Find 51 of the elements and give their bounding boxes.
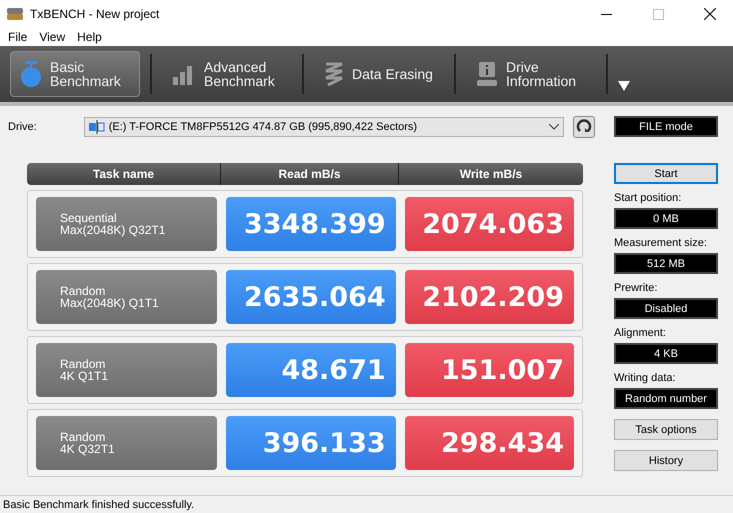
setting-value[interactable]: 0 MB <box>614 208 718 229</box>
side-button[interactable]: Task options <box>614 419 718 440</box>
task-name-tile: Random 4K Q1T1 <box>36 343 218 397</box>
write-speed-tile: 2074.063 <box>404 197 574 251</box>
app-icon <box>6 6 24 22</box>
toolbar-tab[interactable]: Advanced Benchmark <box>162 51 292 97</box>
side-button[interactable]: History <box>614 450 718 471</box>
setting-label: Alignment: <box>614 327 667 339</box>
menu-item[interactable]: File <box>2 30 34 44</box>
setting-value[interactable]: 4 KB <box>614 343 718 364</box>
setting-label: Prewrite: <box>614 282 658 294</box>
setting-label: Measurement size: <box>614 237 708 249</box>
read-speed-tile: 396.133 <box>226 416 396 470</box>
toolbar-tab[interactable]: Drive Information <box>466 51 596 97</box>
info-drive-icon <box>476 61 498 87</box>
task-name-tile: Sequential Max(2048K) Q32T1 <box>36 197 218 251</box>
column-header: Read mB/s <box>220 163 398 185</box>
drive-label: Drive: <box>8 121 37 133</box>
status-text: Basic Benchmark finished successfully. <box>3 498 194 510</box>
refresh-button[interactable] <box>572 116 595 138</box>
column-header: Write mB/s <box>398 163 583 185</box>
setting-value[interactable]: Random number <box>614 388 718 409</box>
stopwatch-icon <box>20 60 42 88</box>
setting-label: Start position: <box>614 192 682 204</box>
column-header: Task name <box>92 166 156 183</box>
dropdown-arrow-icon[interactable] <box>618 81 630 91</box>
start-button[interactable]: Start <box>614 163 718 184</box>
read-speed-tile: 3348.399 <box>226 197 396 251</box>
spring-icon <box>324 61 344 87</box>
toolbar-tab[interactable]: Basic Benchmark <box>10 51 140 97</box>
task-name-tile: Random Max(2048K) Q1T1 <box>36 270 218 324</box>
window-title: TxBENCH - New project <box>30 7 160 21</box>
setting-value[interactable]: 512 MB <box>614 253 718 274</box>
menu-item[interactable]: View <box>33 30 72 44</box>
toolbar-tab[interactable]: Data Erasing <box>314 51 444 97</box>
drive-icon <box>88 120 105 134</box>
menu-item[interactable]: Help <box>71 30 108 44</box>
refresh-icon <box>576 119 592 135</box>
read-speed-tile: 48.671 <box>226 343 396 397</box>
write-speed-tile: 298.434 <box>404 416 574 470</box>
maximize-icon <box>652 8 664 20</box>
write-speed-tile: 2102.209 <box>404 270 574 324</box>
write-speed-tile: 151.007 <box>404 343 574 397</box>
drive-select[interactable]: (E:) T-FORCE TM8FP5512G 474.87 GB (995,890,422 Sectors) <box>84 117 564 137</box>
setting-value[interactable]: Disabled <box>614 298 718 319</box>
mode-display: FILE mode <box>614 116 718 137</box>
setting-label: Writing data: <box>614 372 677 384</box>
read-speed-tile: 2635.064 <box>226 270 396 324</box>
chevron-down-icon <box>548 124 559 130</box>
task-name-tile: Random 4K Q32T1 <box>36 416 218 470</box>
close-icon <box>704 8 716 20</box>
